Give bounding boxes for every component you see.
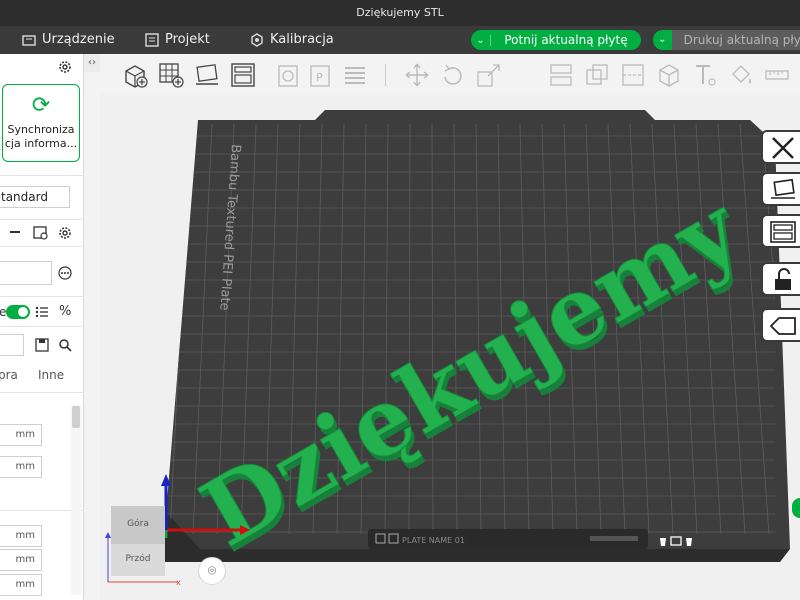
cut-icon[interactable] bbox=[620, 62, 646, 88]
save-icon[interactable] bbox=[35, 338, 49, 352]
print-plate-label: Drukuj aktualną płytę bbox=[683, 33, 800, 47]
search-settings-field[interactable] bbox=[0, 334, 24, 356]
filament-select[interactable] bbox=[0, 261, 52, 285]
orient-layer-icon[interactable] bbox=[276, 62, 302, 88]
unlock-icon bbox=[775, 268, 791, 290]
calibration-icon bbox=[251, 33, 263, 47]
process-preset-select[interactable]: tandard bbox=[0, 186, 70, 208]
auto-orient-plate-button[interactable] bbox=[761, 172, 800, 206]
view-cube-axes: x bbox=[105, 532, 181, 587]
more-options-icon[interactable] bbox=[57, 265, 73, 281]
print-plate-button[interactable]: ⌄ Drukuj aktualną płytę bbox=[653, 30, 800, 50]
menu-device-label: Urządzenie bbox=[42, 32, 115, 47]
build-plate-scene: Bambu Textured PEI Plate Dziękujemy Dzię… bbox=[160, 110, 790, 573]
device-icon bbox=[22, 35, 36, 46]
side-tab-indicator[interactable] bbox=[792, 498, 800, 518]
gear-icon[interactable] bbox=[57, 59, 73, 75]
zoom-fit-icon[interactable]: ⌾ bbox=[198, 557, 226, 585]
number-field[interactable]: mm bbox=[0, 456, 42, 478]
chevron-down-icon[interactable]: ⌄ bbox=[653, 30, 672, 50]
move-icon[interactable] bbox=[404, 62, 430, 88]
split-icon[interactable] bbox=[548, 62, 574, 88]
svg-text:x: x bbox=[176, 578, 181, 587]
cube-icon[interactable] bbox=[656, 62, 682, 88]
tab-others[interactable]: Inne bbox=[38, 368, 64, 382]
advanced-toggle[interactable] bbox=[6, 305, 30, 319]
close-plate-button[interactable] bbox=[761, 130, 800, 164]
plate-type-icon bbox=[769, 317, 796, 335]
percent-icon[interactable]: % bbox=[59, 304, 71, 319]
menu-calibration-label: Kalibracja bbox=[270, 32, 334, 47]
paint-bucket-icon[interactable] bbox=[728, 62, 754, 88]
number-field[interactable]: mm bbox=[0, 574, 42, 596]
slice-plate-label: Potnij aktualną płytę bbox=[504, 33, 628, 47]
settings-scrollbar[interactable] bbox=[71, 405, 81, 595]
arrange-icon bbox=[770, 221, 796, 243]
add-plate-icon[interactable] bbox=[158, 62, 184, 88]
scrollbar-thumb[interactable] bbox=[72, 406, 80, 428]
number-field[interactable]: mm bbox=[0, 525, 42, 547]
text-tool-icon[interactable] bbox=[692, 62, 718, 88]
close-icon bbox=[772, 137, 794, 159]
chevron-down-icon[interactable]: ⌄ bbox=[471, 34, 491, 46]
menu-device[interactable]: Urządzenie bbox=[22, 26, 115, 54]
svg-text:P: P bbox=[316, 71, 323, 84]
gear-icon[interactable] bbox=[57, 225, 73, 241]
window-title: Dziękujemy STL bbox=[356, 6, 444, 19]
auto-orient-icon[interactable] bbox=[194, 62, 220, 88]
boolean-icon[interactable] bbox=[584, 62, 610, 88]
arrange-icon[interactable] bbox=[230, 62, 256, 88]
tab-strength[interactable]: pra bbox=[0, 368, 18, 382]
sync-label-line2: cja informa... bbox=[4, 137, 78, 150]
auto-orient-icon bbox=[771, 178, 795, 199]
settings-card-icon[interactable] bbox=[33, 225, 49, 241]
window-title-bar: Dziękujemy STL bbox=[0, 0, 800, 26]
sync-label-line1: Synchroniza bbox=[7, 123, 75, 136]
3d-viewport[interactable]: Bambu Textured PEI Plate Dziękujemy Dzię… bbox=[100, 94, 800, 600]
process-preset-value: tandard bbox=[1, 190, 48, 204]
menu-project-label: Projekt bbox=[165, 32, 210, 47]
add-object-icon[interactable] bbox=[122, 62, 148, 88]
toolbar-divider bbox=[385, 64, 386, 86]
arrange-plate-button[interactable] bbox=[761, 214, 800, 248]
menu-calibration[interactable]: Kalibracja bbox=[250, 26, 334, 54]
project-icon bbox=[145, 33, 159, 47]
collapse-panel-icon[interactable]: ‹› bbox=[84, 54, 100, 72]
plate-actions-icons[interactable] bbox=[657, 535, 697, 547]
search-icon[interactable] bbox=[58, 338, 72, 352]
sync-info-button[interactable]: ⟳ Synchroniza cja informa... bbox=[2, 84, 80, 162]
number-field[interactable]: mm bbox=[0, 424, 42, 446]
number-field[interactable]: mm bbox=[0, 549, 42, 571]
lock-plate-button[interactable] bbox=[761, 262, 800, 296]
scale-icon[interactable] bbox=[476, 62, 502, 88]
layers-icon[interactable] bbox=[342, 62, 368, 88]
minus-icon[interactable] bbox=[10, 231, 20, 233]
plate-settings-icon[interactable]: P bbox=[308, 62, 334, 88]
slice-plate-button[interactable]: ⌄ Potnij aktualną płytę bbox=[471, 30, 641, 50]
measure-icon[interactable] bbox=[764, 62, 790, 88]
menu-project[interactable]: Projekt bbox=[145, 26, 210, 54]
plate-bar-text: PLATE NAME 01 bbox=[402, 536, 465, 545]
rotate-icon[interactable] bbox=[440, 62, 466, 88]
plate-type-button[interactable] bbox=[761, 308, 800, 342]
list-icon[interactable] bbox=[35, 306, 49, 318]
sync-icon: ⟳ bbox=[31, 93, 51, 118]
